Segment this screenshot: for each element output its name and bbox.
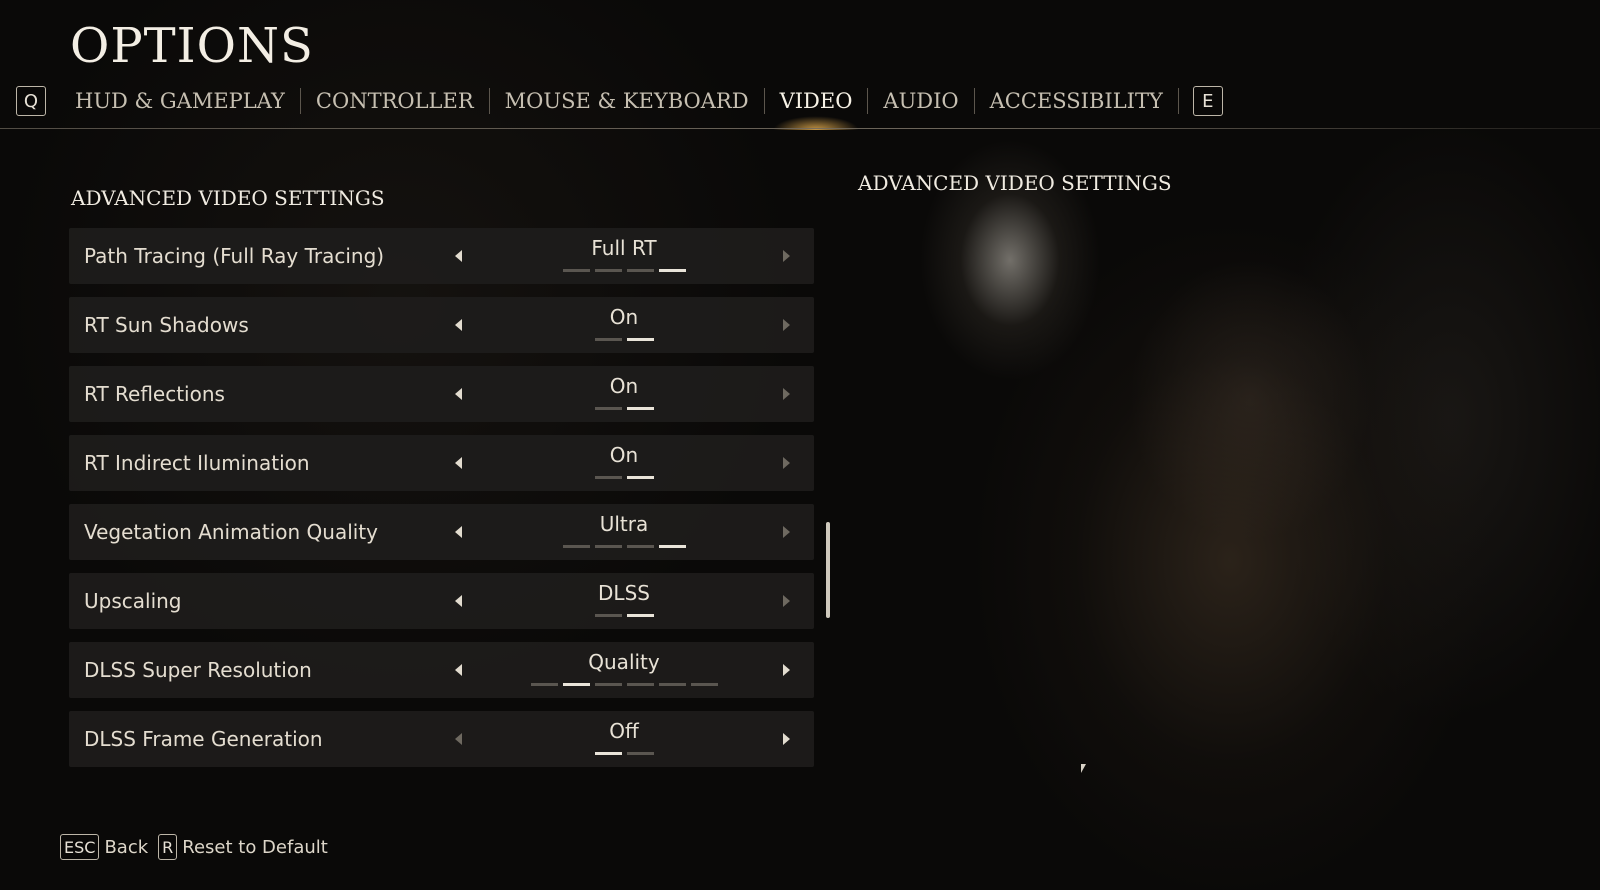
option-indicator	[489, 269, 759, 272]
setting-row-upscaling[interactable]: Upscaling DLSS	[69, 573, 814, 629]
option-pip	[626, 752, 654, 755]
description-title: ADVANCED VIDEO SETTINGS	[858, 171, 1172, 195]
back-button[interactable]: Back	[104, 837, 148, 858]
esc-key[interactable]: ESC	[60, 834, 100, 860]
option-pip	[626, 545, 654, 548]
option-pip-selected	[626, 614, 654, 617]
setting-value: On	[609, 305, 639, 329]
setting-row-rt-reflections[interactable]: RT Reflections On	[69, 366, 814, 422]
header-divider	[0, 128, 1600, 129]
setting-value: On	[609, 374, 639, 398]
arrow-left-icon[interactable]	[455, 733, 462, 745]
option-pip	[594, 476, 622, 479]
setting-label: RT Sun Shadows	[84, 313, 249, 337]
option-indicator	[489, 683, 759, 686]
option-pip-selected	[562, 683, 590, 686]
tab-accessibility[interactable]: ACCESSIBILITY	[975, 84, 1178, 118]
option-pip	[690, 683, 718, 686]
setting-label: Upscaling	[84, 589, 182, 613]
arrow-left-icon[interactable]	[455, 595, 462, 607]
arrow-left-icon[interactable]	[455, 664, 462, 676]
setting-value: Off	[609, 719, 639, 743]
setting-label: DLSS Frame Generation	[84, 727, 323, 751]
tab-audio[interactable]: AUDIO	[868, 84, 973, 118]
scrollbar-thumb[interactable]	[826, 522, 830, 618]
next-tab-key[interactable]: E	[1192, 86, 1223, 116]
footer-hints: ESC Back R Reset to Default	[60, 834, 338, 860]
option-indicator	[489, 476, 759, 479]
arrow-right-icon[interactable]	[783, 388, 790, 400]
option-indicator	[489, 614, 759, 617]
mouse-cursor-icon	[1081, 764, 1086, 773]
setting-value: DLSS	[598, 581, 650, 605]
reset-to-default-button[interactable]: Reset to Default	[182, 837, 328, 858]
tab-mouse-keyboard[interactable]: MOUSE & KEYBOARD	[490, 84, 764, 118]
setting-label: Vegetation Animation Quality	[84, 520, 378, 544]
setting-row-vegetation-animation-quality[interactable]: Vegetation Animation Quality Ultra	[69, 504, 814, 560]
option-pip	[530, 683, 558, 686]
setting-value: Quality	[588, 650, 660, 674]
reset-key[interactable]: R	[158, 834, 178, 860]
option-pip	[562, 269, 590, 272]
section-title: ADVANCED VIDEO SETTINGS	[71, 186, 385, 210]
option-pip	[626, 683, 654, 686]
tab-video[interactable]: VIDEO	[765, 84, 868, 130]
arrow-right-icon[interactable]	[783, 595, 790, 607]
option-pip-selected	[658, 269, 686, 272]
tab-divider	[1177, 88, 1179, 114]
option-pip-selected	[658, 545, 686, 548]
page-title: OPTIONS	[70, 18, 314, 74]
arrow-right-icon[interactable]	[783, 319, 790, 331]
arrow-left-icon[interactable]	[455, 526, 462, 538]
setting-row-rt-sun-shadows[interactable]: RT Sun Shadows On	[69, 297, 814, 353]
option-pip-selected	[594, 752, 622, 755]
option-pip	[594, 683, 622, 686]
setting-row-dlss-frame-generation[interactable]: DLSS Frame Generation Off	[69, 711, 814, 767]
option-indicator	[489, 338, 759, 341]
setting-value: Ultra	[599, 512, 649, 536]
option-pip-selected	[626, 476, 654, 479]
arrow-right-icon[interactable]	[783, 664, 790, 676]
option-pip	[594, 269, 622, 272]
arrow-left-icon[interactable]	[455, 457, 462, 469]
setting-label: DLSS Super Resolution	[84, 658, 312, 682]
option-pip	[562, 545, 590, 548]
option-indicator	[489, 407, 759, 410]
arrow-right-icon[interactable]	[783, 733, 790, 745]
option-pip-selected	[626, 338, 654, 341]
option-indicator	[489, 545, 759, 548]
prev-tab-key[interactable]: Q	[16, 86, 46, 116]
option-indicator	[489, 752, 759, 755]
tab-controller[interactable]: CONTROLLER	[301, 84, 489, 118]
arrow-right-icon[interactable]	[783, 526, 790, 538]
option-pip	[594, 545, 622, 548]
setting-label: RT Indirect Ilumination	[84, 451, 310, 475]
arrow-left-icon[interactable]	[455, 250, 462, 262]
option-pip	[594, 407, 622, 410]
tab-hud-gameplay[interactable]: HUD & GAMEPLAY	[60, 84, 300, 118]
option-pip	[658, 683, 686, 686]
setting-row-path-tracing[interactable]: Path Tracing (Full Ray Tracing) Full RT	[69, 228, 814, 284]
arrow-right-icon[interactable]	[783, 250, 790, 262]
arrow-left-icon[interactable]	[455, 319, 462, 331]
setting-row-dlss-super-resolution[interactable]: DLSS Super Resolution Quality	[69, 642, 814, 698]
setting-value: On	[609, 443, 639, 467]
settings-list: Path Tracing (Full Ray Tracing) Full RT …	[69, 228, 814, 780]
setting-label: Path Tracing (Full Ray Tracing)	[84, 244, 385, 268]
setting-label: RT Reflections	[84, 382, 225, 406]
arrow-left-icon[interactable]	[455, 388, 462, 400]
tab-bar: Q HUD & GAMEPLAY CONTROLLER MOUSE & KEYB…	[16, 84, 1223, 130]
setting-row-rt-indirect-illumination[interactable]: RT Indirect Ilumination On	[69, 435, 814, 491]
option-pip-selected	[626, 407, 654, 410]
option-pip	[626, 269, 654, 272]
setting-value: Full RT	[591, 236, 657, 260]
arrow-right-icon[interactable]	[783, 457, 790, 469]
option-pip	[594, 614, 622, 617]
option-pip	[594, 338, 622, 341]
